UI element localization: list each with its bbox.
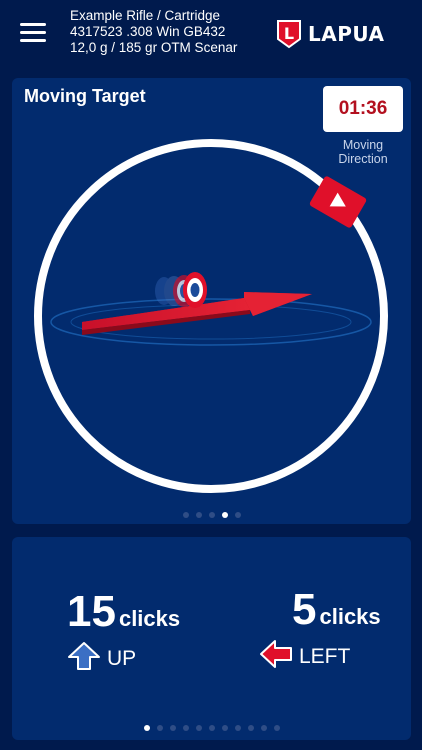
- arrow-up-icon: [67, 641, 101, 676]
- rifle-name: Example Rifle / Cartridge: [70, 8, 221, 23]
- page-dot[interactable]: [234, 512, 241, 518]
- page-dot[interactable]: [247, 725, 254, 731]
- logo-letter: L: [284, 24, 294, 43]
- page-dot[interactable]: [156, 725, 163, 731]
- hamburger-menu-icon[interactable]: [20, 20, 48, 46]
- logo-text: LAPUA: [308, 22, 385, 46]
- cartridge-code: 4317523 .308 Win GB432: [70, 24, 226, 39]
- timer-value: 01:36: [338, 98, 388, 119]
- page-dot[interactable]: [182, 725, 189, 731]
- rifle-cartridge-info[interactable]: Example Rifle / Cartridge 4317523 .308 W…: [70, 8, 270, 56]
- clicks-page-indicator[interactable]: [12, 725, 411, 731]
- timer-display[interactable]: 01:36: [323, 86, 403, 132]
- vertical-clicks-value: 15: [67, 587, 116, 636]
- clicks-panel[interactable]: 15 clicks UP 5 clicks LEFT: [12, 537, 411, 740]
- page-dot[interactable]: [273, 725, 280, 731]
- arrow-left-icon: [259, 639, 293, 674]
- page-dot[interactable]: [208, 512, 215, 518]
- lapua-logo: L LAPUA: [276, 18, 384, 50]
- page-dot[interactable]: [260, 725, 267, 731]
- horizontal-direction: LEFT: [299, 644, 351, 668]
- horizontal-clicks-value: 5: [292, 585, 317, 634]
- moving-direction-line2: Direction: [338, 152, 388, 166]
- vertical-clicks-unit: clicks: [118, 606, 181, 631]
- page-dot[interactable]: [234, 725, 241, 731]
- page-dot[interactable]: [208, 725, 215, 731]
- moving-target-panel[interactable]: Moving Target 01:36 Moving Direction: [12, 78, 411, 524]
- lapua-logo-mark-icon: L: [276, 19, 302, 49]
- moving-direction-line1: Moving: [342, 138, 384, 152]
- vertical-correction: 15 clicks UP: [67, 587, 180, 676]
- bullet-spec: 12,0 g / 185 gr OTM Scenar: [70, 40, 238, 55]
- vertical-direction: UP: [107, 646, 137, 670]
- panel-title: Moving Target: [24, 86, 146, 106]
- page-dot-active[interactable]: [221, 512, 228, 518]
- page-dot[interactable]: [182, 512, 189, 518]
- horizontal-clicks-unit: clicks: [319, 604, 381, 629]
- horizontal-correction: 5 clicks LEFT: [260, 585, 381, 674]
- app-header: Example Rifle / Cartridge 4317523 .308 W…: [0, 0, 422, 66]
- moving-direction-label: Moving Direction: [323, 138, 403, 166]
- target-page-indicator[interactable]: [12, 512, 411, 518]
- page-dot[interactable]: [195, 512, 202, 518]
- target: [183, 272, 207, 308]
- page-dot-active[interactable]: [143, 725, 150, 731]
- page-dot[interactable]: [195, 725, 202, 731]
- page-dot[interactable]: [221, 725, 228, 731]
- page-dot[interactable]: [169, 725, 176, 731]
